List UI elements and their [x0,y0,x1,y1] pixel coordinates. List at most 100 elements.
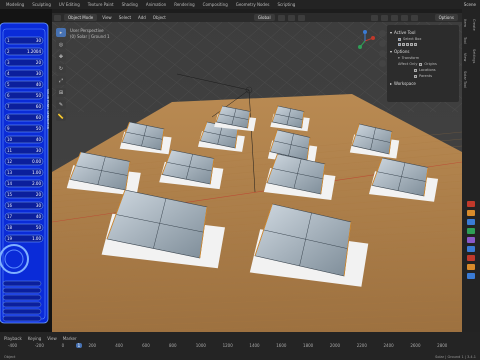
menu-select[interactable]: Select [117,15,133,20]
right-sidebar-tabs: Item Tool View Solar Tool Create Setting… [462,9,480,332]
node-field-value: 1.2004 [27,49,41,54]
timeline-tick-label: -400 [8,343,18,348]
timeline-tick-label: 0 [61,343,65,348]
node-field-value: 1.00 [32,170,41,175]
move-tool-icon[interactable]: ✥ [56,52,66,61]
menu-view[interactable]: View [100,15,114,20]
select-mode-row[interactable] [398,43,456,46]
annotate-tool-icon[interactable]: ✎ [56,100,66,109]
measure-tool-icon[interactable]: 📏 [56,112,66,121]
timeline-ruler[interactable]: -400 -200 0 200 400 600 800 1000 1200 1400 1600 180… [0,343,480,351]
navigation-gizmo[interactable] [354,30,376,52]
options-dropdown[interactable]: Options [434,14,458,21]
tab-settings[interactable]: Settings [472,49,476,63]
status-left: Object [4,355,16,359]
properties-tab-icon[interactable] [467,228,475,234]
tab-geometry-nodes[interactable]: Geometry Nodes [232,2,274,7]
timeline-tick-label: 600 [142,343,150,348]
active-tool-header[interactable]: ▾ Active Tool [390,30,456,35]
tab-create[interactable]: Create [472,19,476,31]
node-field-value: 2.00 [32,181,41,186]
3d-viewport[interactable]: User Perspective (0) Solar | Ground 1 ▸ … [52,22,462,332]
properties-tab-icon[interactable] [467,210,475,216]
collection-path: (0) Solar | Ground 1 [70,34,110,39]
proportional-icon[interactable] [297,14,305,21]
node-field[interactable] [2,294,42,301]
affect-only-origins-row[interactable]: Affect Only Origins [398,62,456,66]
pivot-icon[interactable] [277,14,285,21]
node-field[interactable] [2,315,42,322]
node-field-value: 40 [36,137,42,142]
visibility-icon[interactable] [370,14,378,21]
node-field[interactable] [2,301,42,308]
node-field-index: 12 [7,159,13,164]
shading-solid-icon[interactable] [400,14,408,21]
tab-modeling[interactable]: Modeling [2,2,28,7]
tab-tool[interactable]: Tool [463,37,467,44]
view-nav-buttons [379,30,386,67]
select-box-row[interactable]: Select Box [398,37,456,41]
snap-icon[interactable] [287,14,295,21]
node-field[interactable] [2,308,42,315]
menu-add[interactable]: Add [136,15,148,20]
menu-object[interactable]: Object [151,15,168,20]
timeline-tick-label: 2800 [437,343,448,348]
properties-tab-icon[interactable] [467,264,475,270]
marker-menu[interactable]: Marker [63,336,77,341]
view-menu[interactable]: View [47,336,57,341]
playback-menu[interactable]: Playback [4,336,22,341]
properties-tab-icon[interactable] [467,237,475,243]
xray-icon[interactable] [390,14,398,21]
shading-material-icon[interactable] [410,14,418,21]
timeline-tick-label: 2600 [410,343,421,348]
node-field-value: 20 [36,60,42,65]
workspace-header[interactable]: ▸ Workspace [390,81,456,86]
parents-row[interactable]: Parents [414,74,456,78]
options-header[interactable]: ▾ Options [390,49,456,54]
tab-texture-paint[interactable]: Texture Paint [84,2,118,7]
tab-solar-tool[interactable]: Solar Tool [463,71,467,88]
tab-sculpting[interactable]: Sculpting [28,2,55,7]
ortho-toggle-icon[interactable] [379,60,386,67]
properties-tab-icon[interactable] [467,201,475,207]
timeline-tick-label: 1600 [276,343,287,348]
properties-tab-icon[interactable] [467,219,475,225]
mode-dropdown[interactable]: Object Mode [64,14,98,21]
tab-scripting[interactable]: Scripting [274,2,300,7]
pan-icon[interactable] [379,40,386,47]
zoom-icon[interactable] [379,30,386,37]
node-field-value: 30 [36,148,42,153]
scene-selector[interactable]: Scene [464,2,480,7]
overlay-icon[interactable] [380,14,388,21]
timeline-header: Playback Keying View Marker [0,334,480,342]
tab-uv-editing[interactable]: UV Editing [55,2,84,7]
select-box-tool-icon[interactable]: ▸ [56,28,66,37]
tab-compositing[interactable]: Compositing [199,2,232,7]
transform-orientation-dropdown[interactable]: Global [253,14,275,21]
current-frame-indicator[interactable]: 1 [75,343,83,348]
locations-row[interactable]: Locations [414,68,456,72]
camera-view-icon[interactable] [379,50,386,57]
editor-type-icon[interactable] [54,14,61,21]
cursor-tool-icon[interactable]: ◎ [56,40,66,49]
node-field-value: 30 [36,38,42,43]
tab-view[interactable]: View [463,53,467,61]
tab-rendering[interactable]: Rendering [170,2,198,7]
scale-tool-icon[interactable]: ⤢ [56,76,66,85]
tool-sidebar-panel: ▾ Active Tool Select Box ▾ Options ▾ Tra… [387,25,459,102]
properties-tab-icon[interactable] [467,255,475,261]
tab-item[interactable]: Item [463,19,467,27]
rotate-tool-icon[interactable]: ↻ [56,64,66,73]
properties-tab-icon[interactable] [467,246,475,252]
node-field[interactable] [2,287,42,294]
timeline-tick-label: 2200 [356,343,367,348]
keying-menu[interactable]: Keying [28,336,41,341]
tab-shading[interactable]: Shading [118,2,142,7]
transform-tool-icon[interactable]: ⊞ [56,88,66,97]
properties-tab-icon[interactable] [467,273,475,279]
node-field-index: 17 [7,214,13,219]
node-field[interactable] [2,280,42,287]
node-field-value: 0.00 [32,159,41,164]
tab-animation[interactable]: Animation [142,2,170,7]
transform-subheader[interactable]: ▾ Transform [398,56,456,60]
